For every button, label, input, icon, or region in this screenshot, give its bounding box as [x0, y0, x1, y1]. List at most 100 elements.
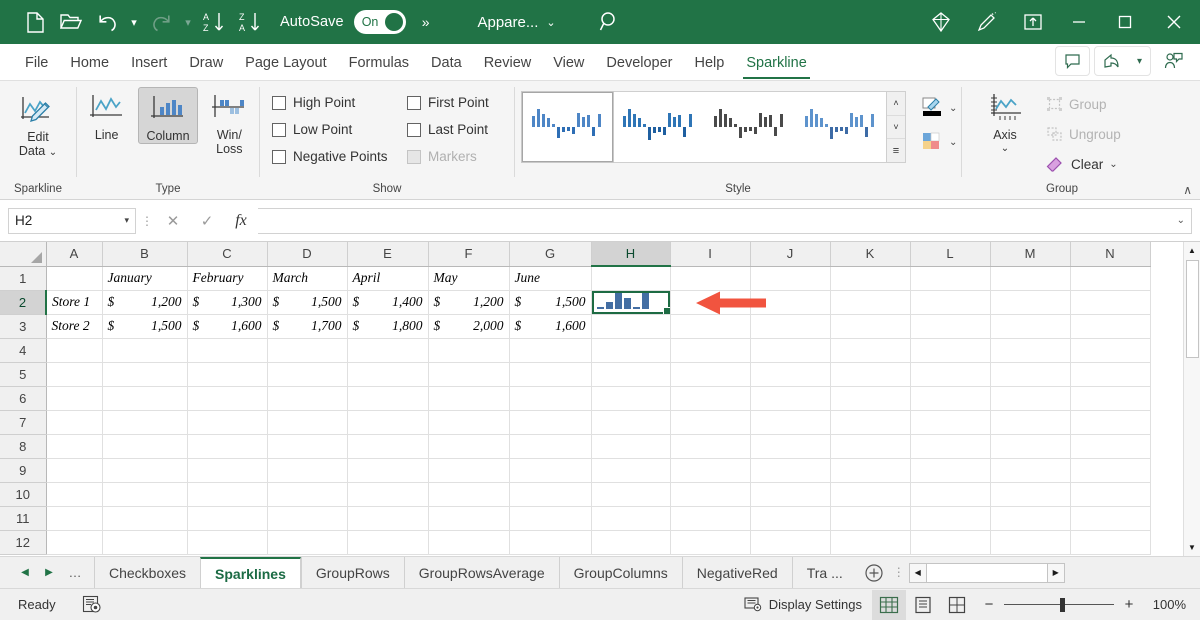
cell-E9[interactable] — [347, 458, 428, 482]
cell-C12[interactable] — [187, 530, 267, 554]
cell-B11[interactable] — [102, 506, 187, 530]
style-option-3[interactable] — [704, 92, 795, 162]
cell-K9[interactable] — [830, 458, 910, 482]
tab-page-layout[interactable]: Page Layout — [234, 46, 337, 80]
cell-N4[interactable] — [1070, 338, 1150, 362]
cell-M12[interactable] — [990, 530, 1070, 554]
column-header-F[interactable]: F — [428, 242, 509, 266]
sheet-nav-first-button[interactable]: ◀ — [14, 558, 36, 588]
row-header-3[interactable]: 3 — [0, 314, 46, 338]
cell-F4[interactable] — [428, 338, 509, 362]
cell-G5[interactable] — [509, 362, 591, 386]
cell-B6[interactable] — [102, 386, 187, 410]
sheet-nav-last-button[interactable]: ▶ — [38, 558, 60, 588]
cell-K3[interactable] — [830, 314, 910, 338]
sparkline-type-column-button[interactable]: Column — [138, 87, 197, 144]
row-header-12[interactable]: 12 — [0, 530, 46, 554]
tab-review[interactable]: Review — [473, 46, 543, 80]
cell-I4[interactable] — [670, 338, 750, 362]
cell-K12[interactable] — [830, 530, 910, 554]
cell-E5[interactable] — [347, 362, 428, 386]
cell-A8[interactable] — [46, 434, 102, 458]
cell-A11[interactable] — [46, 506, 102, 530]
row-header-7[interactable]: 7 — [0, 410, 46, 434]
sheet-nav-ellipsis[interactable]: … — [62, 565, 88, 580]
gallery-more-button[interactable]: ≡ — [887, 139, 905, 162]
cell-F9[interactable] — [428, 458, 509, 482]
cell-A2[interactable]: Store 1 — [46, 290, 102, 314]
cell-K8[interactable] — [830, 434, 910, 458]
cell-H3[interactable] — [591, 314, 670, 338]
cell-I1[interactable] — [670, 266, 750, 290]
cell-J5[interactable] — [750, 362, 830, 386]
vertical-scroll-thumb[interactable] — [1186, 260, 1199, 358]
cell-D4[interactable] — [267, 338, 347, 362]
zoom-slider[interactable] — [1004, 599, 1114, 611]
cell-N3[interactable] — [1070, 314, 1150, 338]
comments-button[interactable] — [1055, 46, 1090, 76]
page-break-preview-button[interactable] — [940, 590, 974, 620]
cell-G6[interactable] — [509, 386, 591, 410]
cell-I6[interactable] — [670, 386, 750, 410]
sort-descending-icon[interactable]: ZA — [234, 6, 268, 38]
scroll-down-button[interactable]: ▼ — [1184, 539, 1200, 556]
sparkline-color-button[interactable]: ⌄ — [918, 91, 959, 125]
cell-I7[interactable] — [670, 410, 750, 434]
cell-E4[interactable] — [347, 338, 428, 362]
formula-bar-drag-handle[interactable]: ⋮ — [136, 217, 158, 225]
cell-M2[interactable] — [990, 290, 1070, 314]
cell-K4[interactable] — [830, 338, 910, 362]
checkbox-icon[interactable] — [272, 96, 286, 110]
cell-J10[interactable] — [750, 482, 830, 506]
cell-E8[interactable] — [347, 434, 428, 458]
tab-developer[interactable]: Developer — [595, 46, 683, 80]
cell-F6[interactable] — [428, 386, 509, 410]
cell-E11[interactable] — [347, 506, 428, 530]
cell-D8[interactable] — [267, 434, 347, 458]
axis-button[interactable]: Axis ⌄ — [974, 87, 1036, 156]
more-commands-icon[interactable]: » — [422, 14, 430, 30]
cell-K7[interactable] — [830, 410, 910, 434]
cell-K1[interactable] — [830, 266, 910, 290]
column-header-E[interactable]: E — [347, 242, 428, 266]
zoom-slider-thumb[interactable] — [1060, 598, 1065, 612]
sheet-tab-tra[interactable]: Tra ... — [792, 557, 857, 588]
cell-N1[interactable] — [1070, 266, 1150, 290]
chevron-down-icon[interactable]: ▾ — [124, 215, 129, 226]
sheet-tab-grouprows[interactable]: GroupRows — [301, 557, 404, 588]
column-header-D[interactable]: D — [267, 242, 347, 266]
row-header-11[interactable]: 11 — [0, 506, 46, 530]
clear-button[interactable]: Clear ⌄ — [1040, 149, 1127, 179]
cell-H9[interactable] — [591, 458, 670, 482]
cell-L12[interactable] — [910, 530, 990, 554]
cell-H1[interactable] — [591, 266, 670, 290]
cell-M3[interactable] — [990, 314, 1070, 338]
cell-B3[interactable]: $1,500 — [102, 314, 187, 338]
cell-B2[interactable]: $1,200 — [102, 290, 187, 314]
checkbox-icon[interactable] — [407, 123, 421, 137]
cell-E10[interactable] — [347, 482, 428, 506]
formula-input[interactable]: ⌄ — [258, 208, 1192, 234]
open-folder-icon[interactable] — [54, 6, 88, 38]
row-header-5[interactable]: 5 — [0, 362, 46, 386]
column-header-J[interactable]: J — [750, 242, 830, 266]
cell-F11[interactable] — [428, 506, 509, 530]
cell-G8[interactable] — [509, 434, 591, 458]
cell-G3[interactable]: $1,600 — [509, 314, 591, 338]
cell-G7[interactable] — [509, 410, 591, 434]
checkbox-negative-points[interactable]: Negative Points — [268, 143, 403, 170]
row-header-2[interactable]: 2 — [0, 290, 46, 314]
macro-record-icon[interactable] — [82, 595, 102, 614]
cell-N6[interactable] — [1070, 386, 1150, 410]
cell-A3[interactable]: Store 2 — [46, 314, 102, 338]
cell-M4[interactable] — [990, 338, 1070, 362]
cell-N10[interactable] — [1070, 482, 1150, 506]
add-sheet-button[interactable] — [857, 557, 891, 588]
cell-F1[interactable]: May — [428, 266, 509, 290]
sort-ascending-icon[interactable]: AZ — [198, 6, 232, 38]
sheet-tab-negativered[interactable]: NegativeRed — [682, 557, 792, 588]
cell-D9[interactable] — [267, 458, 347, 482]
cell-E1[interactable]: April — [347, 266, 428, 290]
cell-E12[interactable] — [347, 530, 428, 554]
cell-B4[interactable] — [102, 338, 187, 362]
